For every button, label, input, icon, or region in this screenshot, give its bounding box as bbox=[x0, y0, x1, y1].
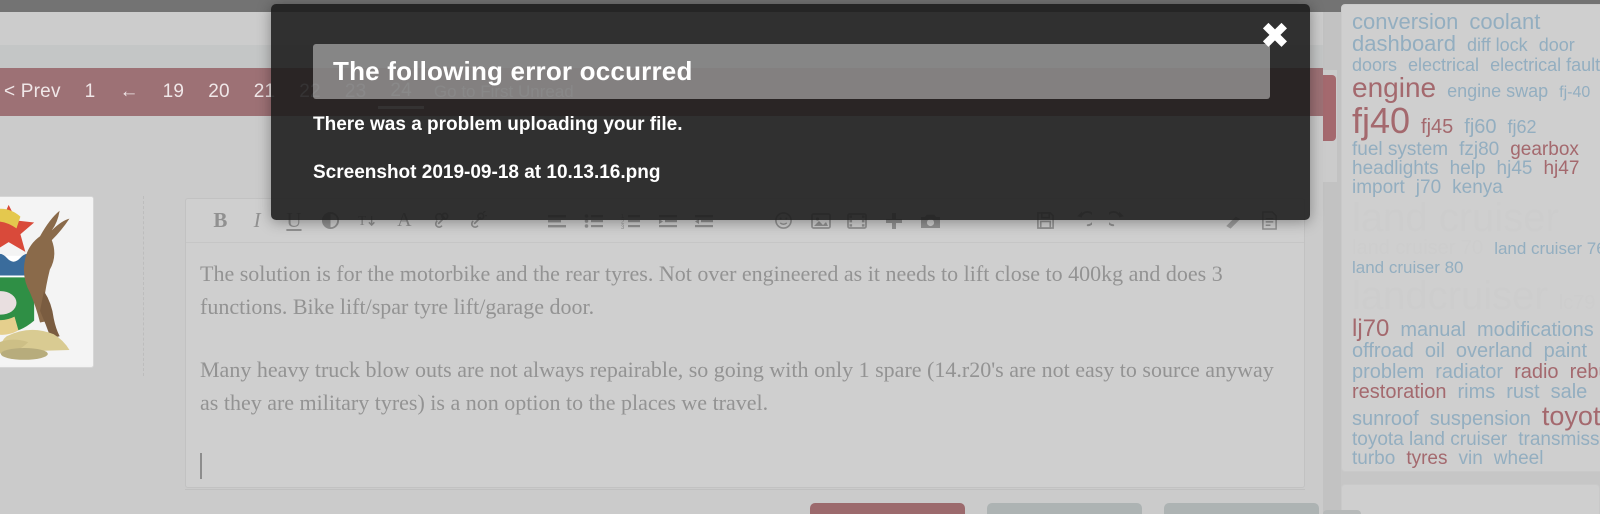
tag-item[interactable]: diff lock bbox=[1467, 36, 1528, 55]
pagination-page-19[interactable]: 19 bbox=[151, 77, 197, 107]
tag-item[interactable]: turbo bbox=[1352, 449, 1395, 469]
tag-item[interactable]: lc79 bbox=[1559, 293, 1596, 314]
tag-item[interactable]: fj45 bbox=[1421, 116, 1453, 137]
sidebar-bottom-card bbox=[1341, 484, 1600, 514]
editor-action-buttons bbox=[810, 503, 1319, 514]
editor-footer-divider bbox=[185, 489, 1305, 490]
tag-item[interactable]: tyres bbox=[1406, 449, 1447, 469]
tag-item[interactable]: land cruiser 76 bbox=[1494, 240, 1600, 258]
svg-text:3: 3 bbox=[621, 225, 625, 229]
tag-cloud-panel: conversion coolant dashboard diff lock door d… bbox=[1341, 4, 1600, 472]
tag-item[interactable]: engine swap bbox=[1447, 82, 1548, 101]
post-reply-button[interactable] bbox=[810, 503, 965, 514]
tag-item[interactable]: problem bbox=[1352, 361, 1424, 382]
tag-item[interactable]: fj60 bbox=[1464, 116, 1496, 137]
tag-item[interactable]: lj70 bbox=[1352, 316, 1389, 341]
tag-item[interactable]: wheel bbox=[1494, 449, 1544, 469]
modal-title-bar: The following error occurred bbox=[313, 44, 1270, 99]
modal-message: There was a problem uploading your file. bbox=[313, 114, 683, 135]
pagination-page-1[interactable]: 1 bbox=[73, 77, 108, 107]
error-modal: ✖ The following error occurred There was… bbox=[271, 4, 1310, 220]
tag-item[interactable]: rebuild bbox=[1570, 361, 1600, 382]
editor-paragraph-1: The solution is for the motorbike and th… bbox=[200, 261, 1223, 319]
coat-of-arms-image bbox=[0, 197, 93, 366]
tag-item[interactable]: headlights bbox=[1352, 158, 1439, 178]
tag-item[interactable]: import bbox=[1352, 178, 1405, 198]
tag-item[interactable]: radio bbox=[1514, 361, 1558, 382]
right-sidebar: conversion coolant dashboard diff lock door d… bbox=[1323, 4, 1600, 514]
tag-item[interactable]: help bbox=[1450, 158, 1486, 178]
tag-item[interactable]: restoration bbox=[1352, 382, 1447, 403]
tag-item[interactable]: kenya bbox=[1452, 178, 1503, 198]
tag-item[interactable]: toyota bbox=[1542, 402, 1600, 431]
tag-item[interactable]: toyota land cruiser bbox=[1352, 430, 1507, 450]
tag-item[interactable]: oil bbox=[1425, 341, 1445, 362]
tag-item[interactable]: fzj80 bbox=[1459, 139, 1499, 159]
tag-item[interactable]: dashboard bbox=[1352, 32, 1456, 55]
tag-item[interactable]: land cruiser bbox=[1352, 197, 1559, 239]
column-divider bbox=[143, 196, 144, 376]
tag-item[interactable]: paint bbox=[1544, 341, 1587, 362]
tag-item[interactable]: sale bbox=[1551, 382, 1588, 403]
tag-item[interactable]: overland bbox=[1456, 341, 1533, 362]
tag-item[interactable]: coolant bbox=[1469, 10, 1540, 33]
tag-item[interactable]: radiator bbox=[1435, 361, 1503, 382]
tag-item[interactable]: j70 bbox=[1416, 178, 1441, 198]
pagination-page-20[interactable]: 20 bbox=[196, 77, 242, 107]
sidebar-accent-marker bbox=[1323, 75, 1336, 141]
post-editor: B I U T A 123 bbox=[185, 198, 1305, 488]
pagination-prev[interactable]: < Prev bbox=[0, 77, 73, 107]
tag-item[interactable]: landcruiser bbox=[1352, 276, 1548, 317]
tag-item[interactable]: land cruiser 70 bbox=[1352, 238, 1483, 259]
tag-list: conversion coolant dashboard diff lock door d… bbox=[1352, 10, 1600, 469]
tag-item[interactable]: rims bbox=[1458, 382, 1496, 403]
tag-item[interactable]: electrical fault bbox=[1490, 56, 1600, 75]
screen: < Prev 1 ← 19 20 21 22 23 24 Go to First… bbox=[0, 0, 1600, 514]
tag-item[interactable]: fj-40 bbox=[1559, 84, 1590, 101]
tag-item[interactable]: transmission bbox=[1518, 430, 1600, 450]
tag-item[interactable]: door bbox=[1539, 36, 1575, 55]
tag-item[interactable]: rust bbox=[1506, 382, 1539, 403]
pagination-back-arrow-icon[interactable]: ← bbox=[107, 77, 150, 107]
tag-item[interactable]: hj47 bbox=[1543, 158, 1579, 178]
editor-paragraph-2: Many heavy truck blow outs are not alway… bbox=[200, 357, 1274, 415]
tag-item[interactable]: hj45 bbox=[1497, 158, 1533, 178]
tag-item[interactable]: fj40 bbox=[1352, 102, 1410, 140]
tag-item[interactable]: offroad bbox=[1352, 341, 1414, 362]
modal-title: The following error occurred bbox=[333, 56, 693, 86]
more-options-button[interactable] bbox=[987, 503, 1142, 514]
tag-item[interactable]: gearbox bbox=[1510, 139, 1579, 159]
tag-item[interactable]: vin bbox=[1459, 449, 1483, 469]
editor-text-area[interactable]: The solution is for the motorbike and th… bbox=[186, 243, 1304, 482]
tag-item[interactable]: suspension bbox=[1430, 408, 1531, 429]
bold-icon[interactable]: B bbox=[202, 206, 239, 236]
preview-button[interactable] bbox=[1164, 503, 1319, 514]
tag-item[interactable]: engine bbox=[1352, 74, 1436, 103]
modal-filename: Screenshot 2019-09-18 at 10.13.16.png bbox=[313, 162, 661, 183]
tag-item[interactable]: fj62 bbox=[1508, 117, 1537, 136]
tag-item[interactable]: manual bbox=[1400, 320, 1466, 341]
text-caret bbox=[200, 452, 202, 479]
tag-item[interactable]: fuel system bbox=[1352, 139, 1448, 159]
tag-item[interactable]: sunroof bbox=[1352, 408, 1419, 429]
sidebar-bottom-button[interactable] bbox=[1323, 510, 1361, 514]
tag-item[interactable]: conversion bbox=[1352, 10, 1458, 33]
tag-item[interactable]: modifications bbox=[1477, 320, 1594, 341]
avatar bbox=[0, 196, 94, 368]
